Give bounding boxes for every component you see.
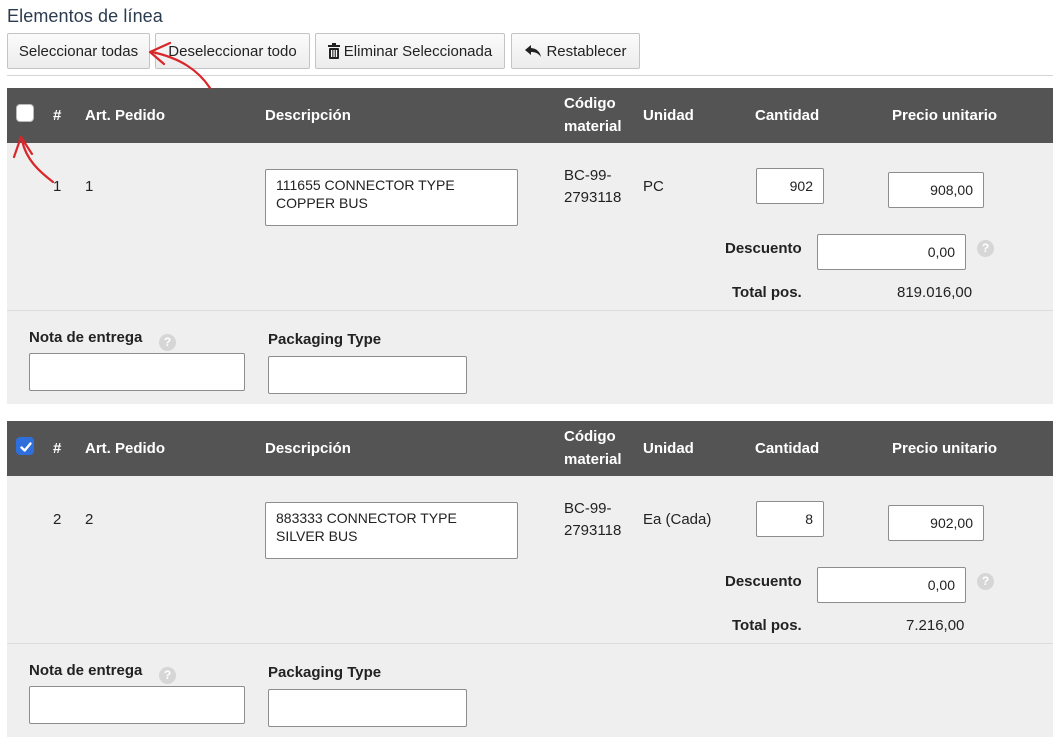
item-separator bbox=[7, 310, 1053, 311]
total-value: 7.216,00 bbox=[906, 617, 965, 634]
packaging-type-label: Packaging Type bbox=[268, 331, 382, 348]
quantity-input[interactable]: 8 bbox=[756, 501, 824, 537]
col-unit-price-header: Precio unitario bbox=[892, 107, 998, 124]
line-item-1: # Art. Pedido Descripción Código materia… bbox=[7, 88, 1053, 404]
unit-price-input[interactable]: 902,00 bbox=[888, 505, 984, 541]
col-material-code-header-line1: Código bbox=[564, 428, 616, 445]
unit-price-input[interactable]: 908,00 bbox=[888, 172, 984, 208]
item-header: # Art. Pedido Descripción Código materia… bbox=[7, 88, 1053, 143]
col-number-header: # bbox=[53, 440, 62, 457]
col-material-code-header-line1: Código bbox=[564, 95, 616, 112]
col-description-header: Descripción bbox=[265, 107, 351, 124]
reset-button[interactable]: Restablecer bbox=[511, 33, 640, 69]
col-unit-price-header: Precio unitario bbox=[892, 440, 998, 457]
item-1-checkbox[interactable] bbox=[16, 104, 34, 122]
help-icon[interactable]: ? bbox=[159, 334, 176, 351]
discount-label: Descuento bbox=[725, 573, 802, 590]
col-material-code-header-line2: material bbox=[564, 451, 622, 468]
description-textarea[interactable]: 883333 CONNECTOR TYPE SILVER BUS bbox=[265, 502, 518, 559]
checkmark-icon bbox=[20, 442, 32, 452]
item-separator bbox=[7, 643, 1053, 644]
col-unit-header: Unidad bbox=[643, 107, 694, 124]
unit-value: PC bbox=[643, 178, 664, 195]
total-value: 819.016,00 bbox=[897, 284, 973, 301]
select-all-button[interactable]: Seleccionar todas bbox=[7, 33, 150, 69]
deselect-all-button[interactable]: Deseleccionar todo bbox=[155, 33, 310, 69]
item-header: # Art. Pedido Descripción Código materia… bbox=[7, 421, 1053, 476]
quantity-input[interactable]: 902 bbox=[756, 168, 824, 204]
reset-label: Restablecer bbox=[546, 42, 627, 60]
total-label: Total pos. bbox=[732, 284, 802, 301]
delivery-note-label: Nota de entrega bbox=[29, 329, 143, 346]
discount-label: Descuento bbox=[725, 240, 802, 257]
item-number: 1 bbox=[53, 178, 62, 195]
help-icon[interactable]: ? bbox=[977, 240, 994, 257]
col-quantity-header: Cantidad bbox=[755, 107, 820, 124]
col-unit-header: Unidad bbox=[643, 440, 694, 457]
page-title: Elementos de línea bbox=[7, 6, 163, 26]
col-description-header: Descripción bbox=[265, 440, 351, 457]
help-icon[interactable]: ? bbox=[977, 573, 994, 590]
material-code-line2: 2793118 bbox=[564, 522, 622, 539]
undo-arrow-icon bbox=[524, 44, 542, 58]
discount-input[interactable]: 0,00 bbox=[817, 567, 966, 603]
delivery-note-label: Nota de entrega bbox=[29, 662, 143, 679]
line-item-2: # Art. Pedido Descripción Código materia… bbox=[7, 421, 1053, 737]
delete-selected-label: Eliminar Seleccionada bbox=[343, 42, 493, 60]
deselect-all-label: Deseleccionar todo bbox=[168, 42, 297, 60]
item-number: 2 bbox=[53, 511, 62, 528]
item-2-checkbox[interactable] bbox=[16, 437, 34, 455]
col-number-header: # bbox=[53, 107, 62, 124]
col-material-code-header-line2: material bbox=[564, 118, 622, 135]
col-order-item-header: Art. Pedido bbox=[85, 107, 166, 124]
delivery-note-input[interactable] bbox=[29, 353, 245, 391]
packaging-type-input[interactable] bbox=[268, 356, 467, 394]
toolbar-divider bbox=[7, 75, 1053, 76]
delete-selected-button[interactable]: Eliminar Seleccionada bbox=[315, 33, 505, 69]
select-all-label: Seleccionar todas bbox=[18, 42, 139, 60]
total-label: Total pos. bbox=[732, 617, 802, 634]
item-order-item: 1 bbox=[85, 178, 94, 195]
col-quantity-header: Cantidad bbox=[755, 440, 820, 457]
item-order-item: 2 bbox=[85, 511, 94, 528]
discount-input[interactable]: 0,00 bbox=[817, 234, 966, 270]
col-order-item-header: Art. Pedido bbox=[85, 440, 166, 457]
packaging-type-input[interactable] bbox=[268, 689, 467, 727]
help-icon[interactable]: ? bbox=[159, 667, 176, 684]
material-code-line1: BC-99- bbox=[564, 167, 612, 184]
description-textarea[interactable]: 111655 CONNECTOR TYPE COPPER BUS bbox=[265, 169, 518, 226]
trash-icon bbox=[327, 43, 340, 59]
material-code-line2: 2793118 bbox=[564, 189, 622, 206]
unit-value: Ea (Cada) bbox=[643, 511, 712, 528]
delivery-note-input[interactable] bbox=[29, 686, 245, 724]
packaging-type-label: Packaging Type bbox=[268, 664, 382, 681]
material-code-line1: BC-99- bbox=[564, 500, 612, 517]
